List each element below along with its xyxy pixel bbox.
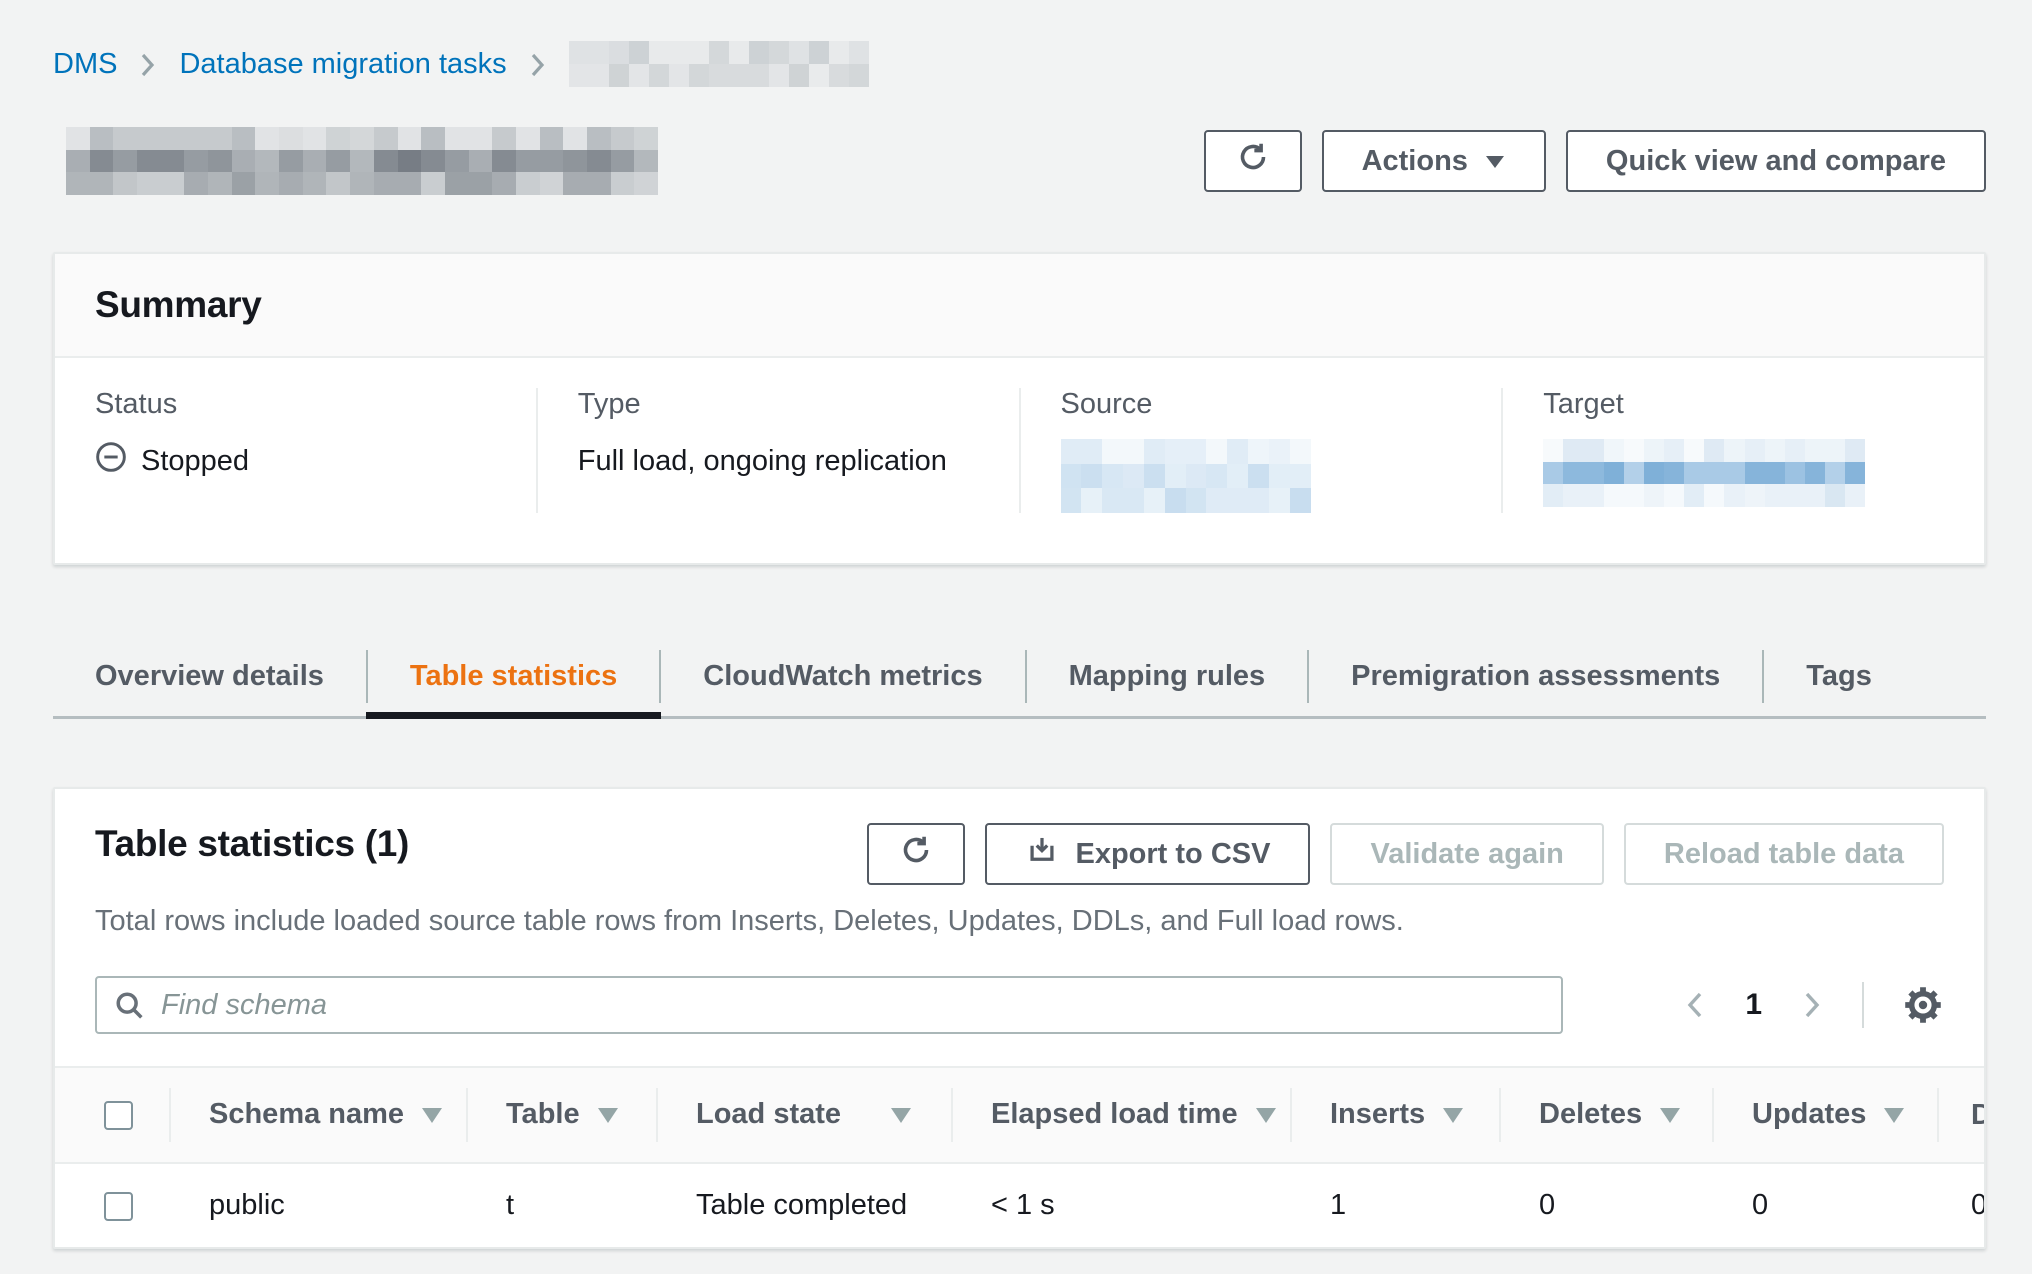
- table-row: public t Table completed < 1 s 1 0 0 0: [55, 1163, 1984, 1247]
- dms-task-detail-page: DMS Database migration tasks Actions: [0, 0, 2032, 1274]
- validate-again-button[interactable]: Validate again: [1330, 823, 1603, 885]
- column-header-inserts[interactable]: Inserts: [1290, 1067, 1499, 1163]
- table-card-description: Total rows include loaded source table r…: [95, 905, 1944, 938]
- column-header-elapsed-load-time[interactable]: Elapsed load time: [951, 1067, 1290, 1163]
- summary-body: Status Stopped Type Full load, ongoing r…: [55, 358, 1984, 563]
- cell-table: t: [466, 1163, 656, 1247]
- tab-cloudwatch-metrics[interactable]: CloudWatch metrics: [661, 637, 1024, 716]
- column-header-schema-name[interactable]: Schema name: [169, 1067, 466, 1163]
- search-icon: [113, 989, 147, 1028]
- page-number[interactable]: 1: [1745, 988, 1762, 1022]
- column-label: Elapsed load time: [991, 1098, 1238, 1130]
- sort-icon: [1658, 1100, 1682, 1132]
- breadcrumb: DMS Database migration tasks: [53, 40, 1986, 88]
- refresh-icon: [898, 832, 934, 876]
- cell-deletes: 0: [1499, 1163, 1712, 1247]
- next-page-icon[interactable]: [1800, 988, 1824, 1022]
- export-icon: [1025, 833, 1059, 875]
- breadcrumb-chevron-icon: [529, 51, 547, 79]
- tab-mapping-rules[interactable]: Mapping rules: [1027, 637, 1308, 716]
- status-label: Status: [95, 388, 496, 421]
- caret-down-icon: [1484, 145, 1506, 178]
- sort-icon: [596, 1100, 620, 1132]
- target-label: Target: [1543, 388, 1944, 421]
- status-value: Stopped: [95, 439, 496, 483]
- tab-premigration-assessments[interactable]: Premigration assessments: [1309, 637, 1762, 716]
- table-toolbar: 1: [95, 976, 1944, 1034]
- table-header-row: Schema name Table Load state Elapsed loa…: [55, 1067, 1984, 1163]
- column-label: Schema name: [209, 1098, 404, 1130]
- tab-table-statistics[interactable]: Table statistics: [368, 637, 659, 716]
- summary-card-header: Summary: [55, 254, 1984, 358]
- summary-card: Summary Status Stopped Type Full load, o…: [53, 252, 1986, 565]
- column-header-deletes[interactable]: Deletes: [1499, 1067, 1712, 1163]
- column-label: DDLs: [1971, 1099, 1984, 1131]
- table-statistics-table: Schema name Table Load state Elapsed loa…: [55, 1066, 1984, 1247]
- status-text: Stopped: [141, 445, 249, 478]
- page-title-redacted: [66, 127, 658, 195]
- column-header-ddls[interactable]: DDLs: [1937, 1067, 1984, 1163]
- divider: [1862, 982, 1864, 1028]
- cell-updates: 0: [1712, 1163, 1937, 1247]
- cell-ddls: 0: [1937, 1163, 1984, 1247]
- schema-search: [95, 976, 1563, 1034]
- column-label: Inserts: [1330, 1098, 1425, 1130]
- sort-icon: [1254, 1100, 1278, 1132]
- summary-field-status: Status Stopped: [55, 388, 536, 513]
- type-label: Type: [578, 388, 979, 421]
- actions-menu-button[interactable]: Actions: [1322, 130, 1546, 192]
- quick-view-compare-button[interactable]: Quick view and compare: [1566, 130, 1986, 192]
- find-schema-input[interactable]: [95, 976, 1563, 1034]
- page-header: Actions Quick view and compare: [53, 128, 1986, 194]
- table-card-actions: Export to CSV Validate again Reload tabl…: [867, 823, 1944, 885]
- export-to-csv-button[interactable]: Export to CSV: [985, 823, 1310, 885]
- reload-table-data-button[interactable]: Reload table data: [1624, 823, 1944, 885]
- refresh-button[interactable]: [1204, 130, 1302, 192]
- table-card-header: Table statistics (1) Export to CSV Valid…: [55, 789, 1984, 885]
- target-link-redacted[interactable]: [1543, 439, 1865, 507]
- cell-inserts: 1: [1290, 1163, 1499, 1247]
- column-label: Updates: [1752, 1098, 1866, 1130]
- summary-title: Summary: [95, 284, 1944, 326]
- actions-menu-label: Actions: [1362, 145, 1468, 178]
- source-link-redacted[interactable]: [1061, 439, 1311, 513]
- page-header-actions: Actions Quick view and compare: [1204, 130, 1986, 192]
- tab-overview-details[interactable]: Overview details: [53, 637, 366, 716]
- cell-elapsed-load-time: < 1 s: [951, 1163, 1290, 1247]
- column-label: Table: [506, 1098, 580, 1130]
- tab-bar: Overview details Table statistics CloudW…: [53, 637, 1986, 719]
- sort-icon: [420, 1100, 444, 1132]
- breadcrumb-current-redacted: [569, 41, 869, 87]
- column-header-table[interactable]: Table: [466, 1067, 656, 1163]
- gear-icon[interactable]: [1902, 984, 1944, 1026]
- cell-load-state: Table completed: [656, 1163, 951, 1247]
- breadcrumb-link-tasks[interactable]: Database migration tasks: [179, 48, 506, 81]
- column-label: Deletes: [1539, 1098, 1642, 1130]
- summary-field-source: Source: [1019, 388, 1502, 513]
- sort-icon: [1882, 1100, 1906, 1132]
- pagination: 1: [1683, 982, 1944, 1028]
- tab-tags[interactable]: Tags: [1764, 637, 1914, 716]
- summary-field-type: Type Full load, ongoing replication: [536, 388, 1019, 513]
- export-to-csv-label: Export to CSV: [1075, 838, 1270, 871]
- cell-schema-name: public: [169, 1163, 466, 1247]
- row-checkbox[interactable]: [104, 1192, 133, 1221]
- type-value: Full load, ongoing replication: [578, 439, 979, 483]
- table-statistics-title: Table statistics (1): [95, 823, 409, 865]
- breadcrumb-link-dms[interactable]: DMS: [53, 48, 117, 81]
- breadcrumb-chevron-icon: [139, 51, 157, 79]
- stopped-icon: [95, 441, 127, 481]
- refresh-icon: [1235, 139, 1271, 183]
- sort-icon: [1441, 1100, 1465, 1132]
- column-header-updates[interactable]: Updates: [1712, 1067, 1937, 1163]
- column-header-load-state[interactable]: Load state: [656, 1067, 951, 1163]
- table-refresh-button[interactable]: [867, 823, 965, 885]
- table-statistics-card: Table statistics (1) Export to CSV Valid…: [53, 787, 1986, 1249]
- select-all-checkbox[interactable]: [104, 1101, 133, 1130]
- column-label: Load state: [696, 1098, 841, 1130]
- summary-field-target: Target: [1501, 388, 1984, 513]
- source-label: Source: [1061, 388, 1462, 421]
- sort-icon: [889, 1100, 913, 1132]
- previous-page-icon[interactable]: [1683, 988, 1707, 1022]
